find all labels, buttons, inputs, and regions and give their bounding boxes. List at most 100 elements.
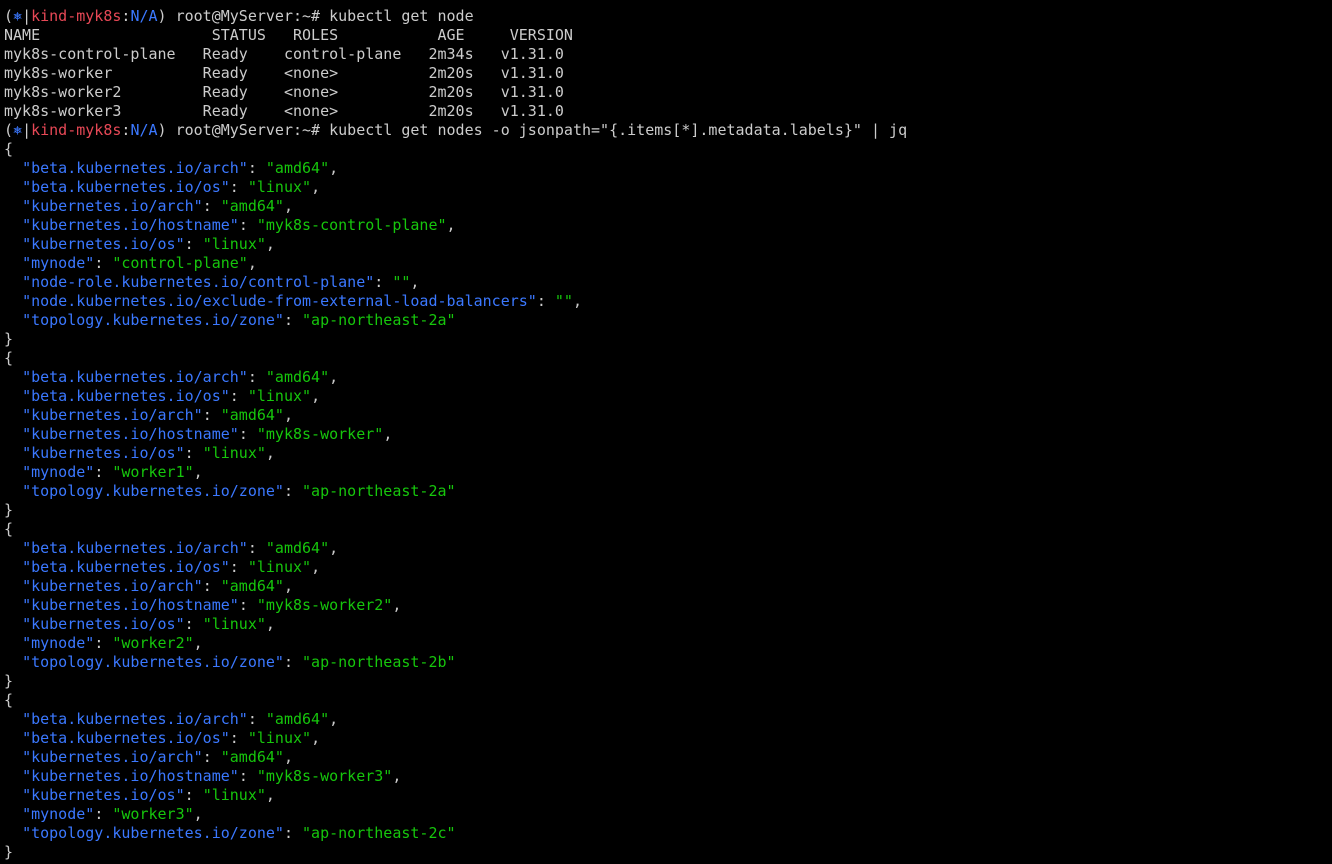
json-value: "amd64" [220, 577, 284, 595]
json-value: "worker1" [112, 463, 194, 481]
json-comma: , [392, 596, 402, 614]
json-comma: , [311, 387, 321, 405]
json-key: "beta.kubernetes.io/arch" [22, 710, 248, 728]
json-value: "amd64" [265, 710, 330, 728]
json-key: "topology.kubernetes.io/zone" [22, 311, 284, 329]
json-value: "" [392, 273, 411, 291]
json-value: "control-plane" [112, 254, 248, 272]
prompt-line: (⎈|kind-myk8s:N/A) root@MyServer:~# kube… [4, 7, 1332, 26]
json-colon: : [94, 634, 113, 652]
json-value: "amd64" [220, 197, 284, 215]
json-value: "myk8s-control-plane" [256, 216, 447, 234]
json-key: "kubernetes.io/os" [22, 444, 185, 462]
json-colon: : [247, 159, 266, 177]
json-output: { "beta.kubernetes.io/arch": "amd64", "b… [4, 140, 1332, 862]
prompt-open-paren: ( [4, 7, 14, 25]
json-key: "topology.kubernetes.io/zone" [22, 482, 284, 500]
json-value: "amd64" [265, 539, 330, 557]
json-key: "beta.kubernetes.io/arch" [22, 539, 248, 557]
json-value: "amd64" [220, 406, 284, 424]
json-key: "kubernetes.io/hostname" [22, 425, 239, 443]
json-entry: "mynode": "worker3", [4, 805, 1332, 824]
json-colon: : [202, 577, 221, 595]
json-close-brace: } [4, 843, 14, 861]
json-entry: "beta.kubernetes.io/os": "linux", [4, 558, 1332, 577]
table-row: myk8s-worker Ready <none> 2m20s v1.31.0 [4, 64, 564, 82]
json-key: "beta.kubernetes.io/os" [22, 178, 230, 196]
json-comma: , [283, 406, 293, 424]
json-key: "beta.kubernetes.io/os" [22, 387, 230, 405]
json-key: "beta.kubernetes.io/os" [22, 558, 230, 576]
json-colon: : [247, 539, 266, 557]
json-comma: , [329, 710, 339, 728]
json-colon: : [238, 216, 257, 234]
json-key: "beta.kubernetes.io/arch" [22, 159, 248, 177]
json-entry: "kubernetes.io/os": "linux", [4, 615, 1332, 634]
json-key: "mynode" [22, 805, 95, 823]
json-colon: : [247, 710, 266, 728]
terminal-window[interactable]: (⎈|kind-myk8s:N/A) root@MyServer:~# kube… [0, 0, 1332, 864]
json-colon: : [184, 786, 203, 804]
json-comma: , [572, 292, 582, 310]
json-entry: "mynode": "worker2", [4, 634, 1332, 653]
json-entry: "mynode": "worker1", [4, 463, 1332, 482]
json-colon: : [184, 235, 203, 253]
json-key: "kubernetes.io/arch" [22, 406, 203, 424]
json-key: "kubernetes.io/arch" [22, 197, 203, 215]
json-key: "topology.kubernetes.io/zone" [22, 824, 284, 842]
json-comma: , [329, 539, 339, 557]
json-entry: "kubernetes.io/hostname": "myk8s-control… [4, 216, 1332, 235]
json-colon: : [536, 292, 555, 310]
json-comma: , [247, 254, 257, 272]
json-open-brace: { [4, 520, 14, 538]
prompt-context: kind-myk8s [31, 7, 122, 25]
json-comma: , [283, 577, 293, 595]
kubernetes-helm-icon: ⎈ [13, 7, 23, 25]
json-value: "ap-northeast-2a" [302, 311, 456, 329]
json-key: "kubernetes.io/os" [22, 235, 185, 253]
json-colon: : [283, 311, 303, 329]
prompt-close-paren: ) [157, 7, 167, 25]
json-comma: , [383, 425, 393, 443]
json-comma: , [193, 805, 203, 823]
json-colon: : [94, 463, 113, 481]
json-entry: "topology.kubernetes.io/zone": "ap-north… [4, 653, 1332, 672]
json-comma: , [311, 178, 321, 196]
json-entry: "beta.kubernetes.io/os": "linux", [4, 178, 1332, 197]
json-comma: , [283, 197, 293, 215]
json-comma: , [410, 273, 420, 291]
json-open-brace: { [4, 349, 14, 367]
json-value: "linux" [202, 235, 266, 253]
table-row: myk8s-worker2 Ready <none> 2m20s v1.31.0 [4, 83, 564, 101]
json-value: "myk8s-worker" [256, 425, 384, 443]
table-row: myk8s-worker3 Ready <none> 2m20s v1.31.0 [4, 102, 564, 120]
json-value: "worker2" [112, 634, 194, 652]
json-key: "kubernetes.io/arch" [22, 577, 203, 595]
json-entry: "beta.kubernetes.io/os": "linux", [4, 387, 1332, 406]
json-comma: , [265, 786, 275, 804]
json-comma: , [193, 634, 203, 652]
json-comma: , [283, 748, 293, 766]
json-entry: "kubernetes.io/hostname": "myk8s-worker2… [4, 596, 1332, 615]
json-colon: : [202, 197, 221, 215]
